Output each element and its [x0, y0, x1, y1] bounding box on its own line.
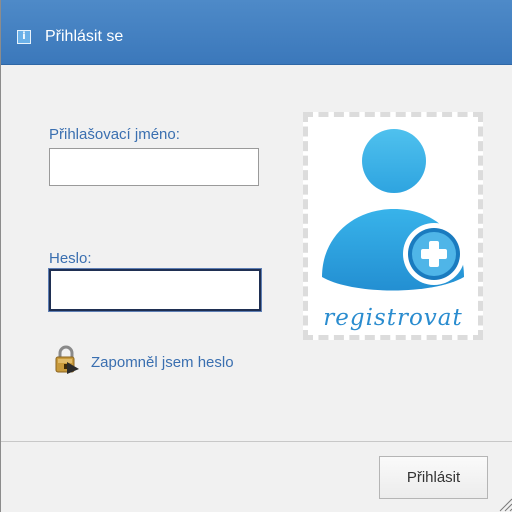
lock-key-icon [55, 345, 79, 374]
register-label: registrovat [323, 305, 463, 331]
username-label: Přihlašovací jméno: [49, 126, 180, 143]
resize-grip-icon[interactable] [496, 495, 512, 512]
forgot-password-link[interactable]: Zapomněl jsem heslo [53, 345, 283, 377]
register-button[interactable]: registrovat [303, 112, 483, 340]
dialog-title: Přihlásit se [45, 28, 124, 45]
info-icon: i [17, 30, 31, 44]
password-label: Heslo: [49, 250, 92, 267]
footer-divider [1, 441, 512, 442]
password-input[interactable] [49, 269, 261, 311]
username-input[interactable] [49, 148, 259, 186]
add-user-icon [322, 129, 465, 291]
login-button[interactable]: Přihlásit [379, 456, 488, 499]
login-dialog: i Přihlásit se Přihlašovací jméno: Heslo… [0, 0, 512, 512]
dialog-titlebar[interactable]: i Přihlásit se [1, 0, 512, 65]
forgot-password-text: Zapomněl jsem heslo [91, 354, 234, 371]
